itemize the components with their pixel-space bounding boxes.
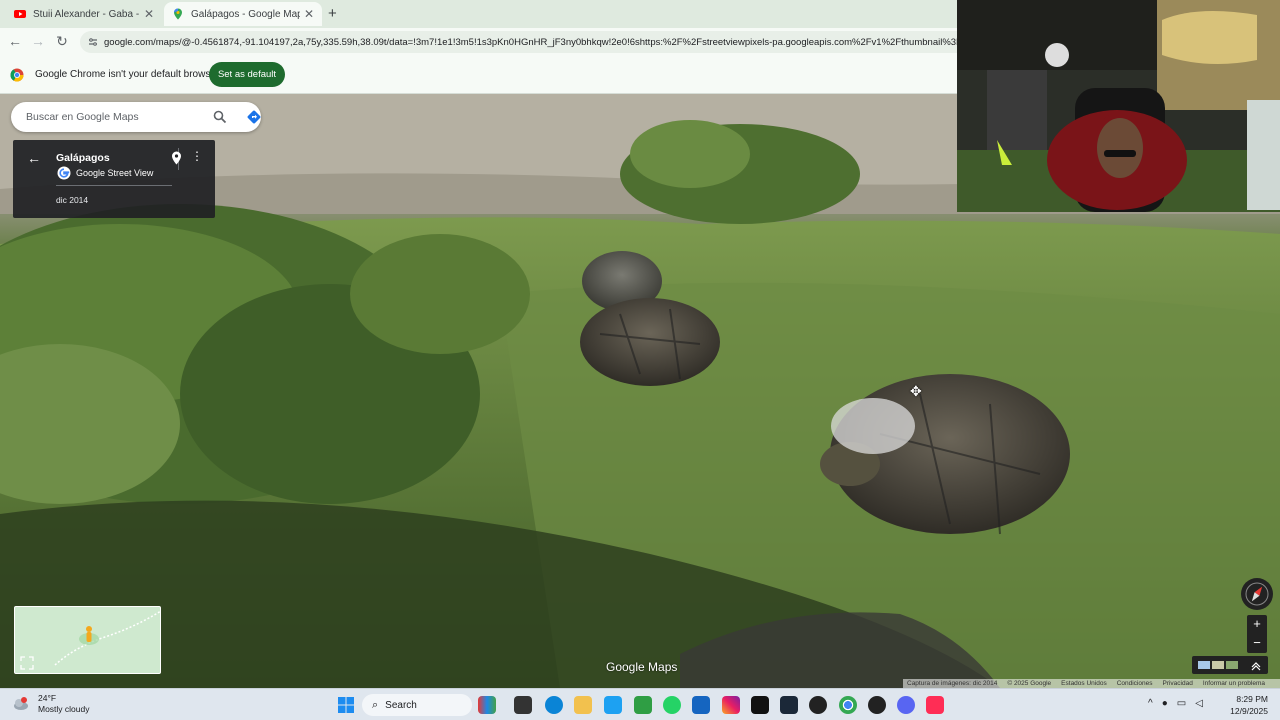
photo-strip-icon: [1198, 661, 1261, 671]
terms-link[interactable]: Condiciones: [1117, 680, 1153, 687]
cloud-icon: [14, 697, 28, 710]
search-input[interactable]: Buscar en Google Maps: [26, 111, 139, 123]
directions-icon[interactable]: [247, 110, 261, 124]
place-title: Galápagos: [56, 152, 110, 164]
forward-arrow-icon[interactable]: →: [29, 33, 47, 49]
chevron-up-icon[interactable]: ^: [1148, 698, 1153, 709]
google-icon: [57, 166, 71, 180]
chrome-icon: [10, 68, 24, 82]
weather-temperature: 24°F: [38, 693, 57, 703]
back-arrow-icon[interactable]: ←: [6, 33, 24, 49]
site-info-icon[interactable]: [88, 37, 98, 47]
infobar-message: Google Chrome isn't your default browser: [35, 69, 220, 80]
store-icon[interactable]: [692, 696, 710, 714]
game-icon[interactable]: [868, 696, 886, 714]
system-tray: ^ ● ▭ ◁: [1148, 698, 1203, 709]
zoom-out-button[interactable]: −: [1247, 634, 1267, 653]
tiktok-live-icon[interactable]: [926, 696, 944, 714]
move-cursor-icon: ✥: [910, 383, 922, 399]
street-view-navigation-arrow[interactable]: [831, 398, 915, 454]
tab-youtube[interactable]: Stuii Alexander - Gaba - YouTub ✕: [6, 2, 162, 26]
more-options-icon[interactable]: ⋮: [191, 149, 203, 163]
street-view-source: Google Street View: [57, 166, 153, 180]
whatsapp-icon[interactable]: [663, 696, 681, 714]
search-icon: ⌕: [372, 698, 379, 711]
compass-control[interactable]: [1241, 578, 1273, 610]
zoom-in-button[interactable]: +: [1247, 615, 1267, 634]
tab-title: Stuii Alexander - Gaba - YouTub: [33, 8, 140, 20]
close-tab-icon[interactable]: ✕: [304, 7, 314, 21]
webcam-overlay: [957, 0, 1280, 212]
xbox-icon[interactable]: [634, 696, 652, 714]
weather-description: Mostly cloudy: [38, 704, 90, 714]
imagery-date: Captura de imágenes: dic 2014: [907, 680, 998, 687]
location-pin-icon[interactable]: [171, 151, 182, 165]
webcam-video: [957, 0, 1280, 212]
new-tab-button[interactable]: +: [328, 5, 337, 22]
capture-date: dic 2014: [56, 195, 89, 205]
mini-map-image: [20, 610, 160, 670]
edge-icon[interactable]: [545, 696, 563, 714]
set-default-button[interactable]: Set as default: [209, 62, 285, 87]
youtube-icon: [14, 10, 26, 18]
tab-title: Galápagos - Google Maps: [191, 8, 300, 20]
compass-icon: [1245, 582, 1269, 606]
attribution-bar: Captura de imágenes: dic 2014 © 2025 Goo…: [903, 679, 1280, 688]
clock[interactable]: 8:29 PM 12/9/2025: [1230, 693, 1268, 717]
microphone-icon[interactable]: ●: [1162, 698, 1168, 709]
steam-icon[interactable]: [780, 696, 798, 714]
address-bar[interactable]: google.com/maps/@-0.4561874,-91.104197,2…: [80, 31, 980, 53]
chrome-icon[interactable]: [839, 696, 857, 714]
clock-time: 8:29 PM: [1236, 694, 1268, 704]
mini-map[interactable]: [14, 606, 161, 674]
source-label: Google Street View: [76, 168, 154, 178]
privacy-link[interactable]: Privacidad: [1162, 680, 1192, 687]
clock-date: 12/9/2025: [1230, 706, 1268, 716]
close-tab-icon[interactable]: ✕: [144, 7, 154, 21]
google-maps-icon: [174, 8, 182, 20]
maps-search-box[interactable]: Buscar en Google Maps: [11, 102, 261, 132]
imagery-strip[interactable]: [1192, 656, 1268, 674]
back-arrow-icon[interactable]: ←: [27, 150, 41, 166]
twitter-icon[interactable]: [604, 696, 622, 714]
taskbar-search[interactable]: ⌕ Search: [362, 694, 472, 716]
instagram-icon[interactable]: [722, 696, 740, 714]
google-maps-logo: Google Maps: [606, 660, 678, 674]
search-label: Search: [385, 699, 417, 711]
volume-icon[interactable]: ◁: [1195, 698, 1203, 709]
card-divider: [56, 185, 172, 186]
network-icon[interactable]: ▭: [1177, 698, 1186, 709]
windows-start-icon[interactable]: [338, 697, 354, 713]
tab-google-maps[interactable]: Galápagos - Google Maps ✕: [164, 2, 322, 26]
weather-widget[interactable]: 24°F Mostly cloudy: [12, 693, 90, 715]
widgets-icon[interactable]: [478, 696, 496, 714]
obs-icon[interactable]: [809, 696, 827, 714]
copyright: © 2025 Google: [1007, 680, 1052, 687]
file-explorer-icon[interactable]: [514, 696, 532, 714]
search-icon[interactable]: [213, 110, 227, 124]
windows-taskbar: 24°F Mostly cloudy ⌕ Search ^ ● ▭ ◁ 8:29…: [0, 688, 1280, 720]
discord-icon[interactable]: [897, 696, 915, 714]
street-view-info-card: ← Galápagos Google Street View ⋮ dic 201…: [13, 140, 215, 218]
reload-icon[interactable]: ↻: [53, 33, 71, 50]
zoom-control: + −: [1247, 615, 1267, 653]
folder-icon[interactable]: [574, 696, 592, 714]
report-problem-link[interactable]: Informar un problema: [1203, 680, 1265, 687]
region-link[interactable]: Estados Unidos: [1061, 680, 1107, 687]
url-text: google.com/maps/@-0.4561874,-91.104197,2…: [104, 36, 980, 48]
tiktok-icon[interactable]: [751, 696, 769, 714]
